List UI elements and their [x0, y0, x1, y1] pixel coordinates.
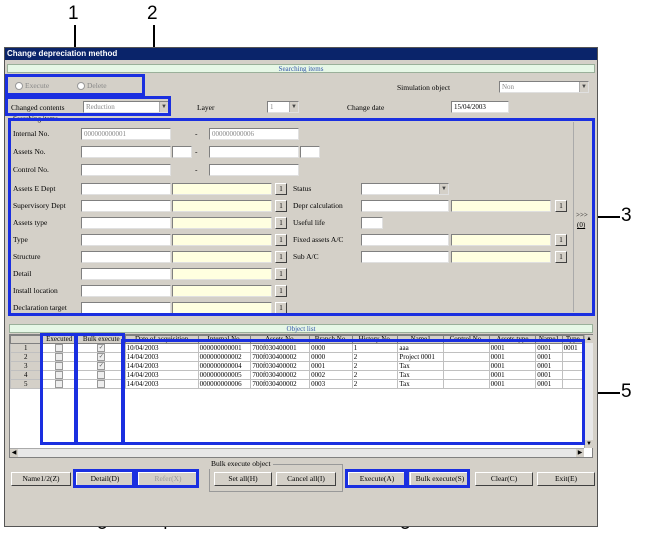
vertical-scrollbar[interactable]: ▲ ▼ — [584, 335, 593, 448]
row-number: 5 — [9, 379, 42, 389]
chevron-down-icon: ▼ — [579, 82, 588, 92]
layer-select[interactable]: 1 ▼ — [267, 101, 299, 113]
highlight-refer-button — [135, 469, 199, 488]
scroll-down-icon[interactable]: ▼ — [585, 440, 593, 448]
column-header[interactable] — [9, 335, 42, 344]
simulation-label: Simulation object — [397, 83, 451, 92]
highlight-executed-column — [40, 333, 77, 445]
cancel-all-button[interactable]: Cancel all(I) — [276, 472, 336, 486]
exit-button[interactable]: Exit(E) — [537, 472, 595, 486]
scroll-up-icon[interactable]: ▲ — [585, 335, 593, 343]
clear-button[interactable]: Clear(C) — [475, 472, 533, 486]
highlight-search-criteria — [8, 118, 595, 316]
scroll-right-icon[interactable]: ▶ — [576, 449, 584, 457]
highlight-bulk-execute-button — [406, 469, 470, 488]
callout-3: 3 — [621, 205, 632, 226]
horizontal-scrollbar[interactable]: ◀ ▶ — [10, 448, 584, 457]
highlight-object-list — [121, 339, 585, 445]
highlight-changed-contents — [5, 96, 171, 116]
change-date-label: Change date — [347, 103, 385, 112]
highlight-bulk-column — [75, 333, 125, 445]
bulk-execute-group-label: Bulk execute object — [209, 459, 273, 469]
name12-button[interactable]: Name1/2(Z) — [11, 472, 71, 486]
change-date-input[interactable]: 15/04/2003 — [451, 101, 509, 113]
simulation-select[interactable]: Non ▼ — [499, 81, 589, 93]
object-list-header: Object list — [9, 324, 593, 333]
row-number: 2 — [9, 352, 42, 362]
callout-5-list: 5 — [621, 381, 632, 402]
highlight-mode-radios — [5, 74, 145, 96]
highlight-detail-button — [73, 469, 135, 488]
callout-2: 2 — [147, 3, 158, 24]
row-number: 3 — [9, 361, 42, 371]
scroll-left-icon[interactable]: ◀ — [10, 449, 18, 457]
chevron-down-icon: ▼ — [289, 102, 298, 112]
row-number: 4 — [9, 370, 42, 380]
callout-1: 1 — [68, 3, 79, 24]
set-all-button[interactable]: Set all(H) — [214, 472, 272, 486]
row-number: 1 — [9, 343, 42, 353]
window-title: Change depreciation method — [5, 48, 597, 60]
searching-items-header: Searching items — [7, 64, 595, 73]
layer-label: Layer — [197, 103, 215, 112]
highlight-execute-button — [345, 469, 407, 488]
